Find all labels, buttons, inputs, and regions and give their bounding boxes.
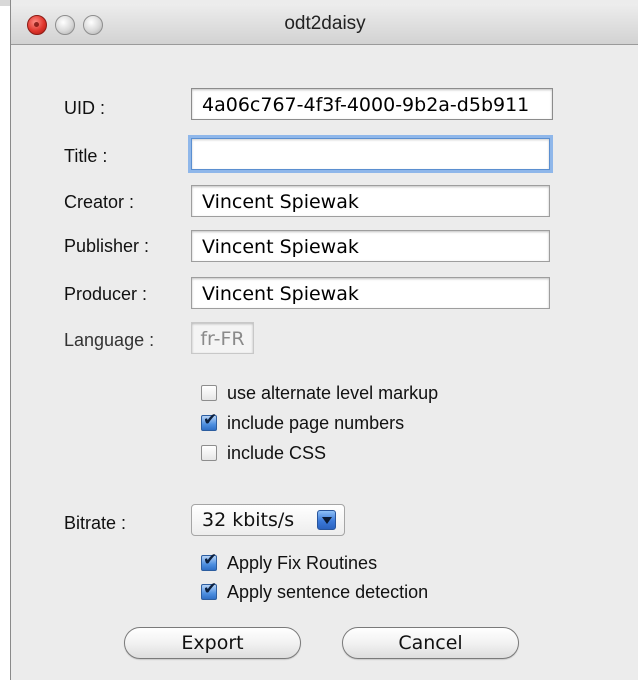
creator-field[interactable]: Vincent Spiewak	[191, 185, 550, 217]
alternate-level-markup-checkbox[interactable]	[201, 385, 217, 401]
uid-label: UID :	[64, 98, 106, 118]
bitrate-select[interactable]: 32 kbits/s	[191, 504, 345, 536]
window-title: odt2daisy	[284, 13, 366, 34]
checkmark-icon: ✔	[203, 579, 218, 599]
include-css-checkbox[interactable]	[201, 445, 217, 461]
dialog-window: odt2daisy UID : 4a06c767-4f3f-4000-9b2a-…	[10, 0, 638, 680]
chevron-down-icon[interactable]	[317, 510, 336, 530]
alternate-level-markup-label: use alternate level markup	[227, 383, 439, 403]
export-button[interactable]: Export	[124, 627, 301, 659]
apply-fix-routines-checkbox[interactable]: ✔	[201, 550, 217, 571]
publisher-field[interactable]: Vincent Spiewak	[191, 230, 550, 262]
bitrate-selected-value: 32 kbits/s	[202, 509, 295, 531]
title-bar[interactable]: odt2daisy	[11, 4, 638, 45]
checkmark-icon: ✔	[203, 550, 218, 570]
apply-sentence-detection-checkbox[interactable]: ✔	[201, 579, 217, 600]
producer-field[interactable]: Vincent Spiewak	[191, 277, 550, 309]
publisher-label: Publisher :	[64, 236, 150, 256]
cancel-button[interactable]: Cancel	[342, 627, 519, 659]
creator-label: Creator :	[64, 192, 135, 212]
language-label: Language :	[64, 330, 155, 350]
uid-field[interactable]: 4a06c767-4f3f-4000-9b2a-d5b911	[191, 88, 553, 120]
title-label: Title :	[64, 146, 108, 166]
include-css-label: include CSS	[227, 443, 327, 463]
producer-label: Producer :	[64, 284, 148, 304]
apply-sentence-detection-label: Apply sentence detection	[227, 582, 429, 602]
apply-fix-routines-label: Apply Fix Routines	[227, 553, 378, 573]
include-page-numbers-checkbox[interactable]: ✔	[201, 410, 217, 431]
bitrate-label: Bitrate :	[64, 513, 127, 533]
language-field: fr-FR	[191, 322, 254, 354]
include-page-numbers-label: include page numbers	[227, 413, 405, 433]
checkmark-icon: ✔	[203, 410, 218, 430]
title-field[interactable]	[191, 138, 550, 170]
